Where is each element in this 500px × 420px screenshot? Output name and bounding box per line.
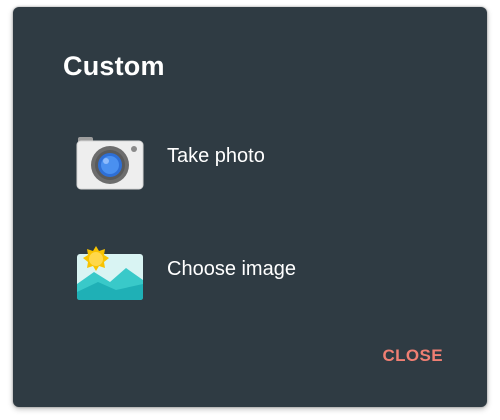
take-photo-label: Take photo — [167, 145, 265, 167]
choose-image-option[interactable]: Choose image — [13, 232, 487, 312]
custom-dialog: Custom Take photo Choose image CLOSE — [13, 7, 487, 407]
dialog-title: Custom — [63, 51, 165, 81]
take-photo-option[interactable]: Take photo — [13, 119, 487, 199]
close-button[interactable]: CLOSE — [382, 346, 443, 366]
gallery-icon — [76, 240, 144, 304]
choose-image-label: Choose image — [167, 258, 296, 280]
camera-icon — [76, 127, 144, 191]
